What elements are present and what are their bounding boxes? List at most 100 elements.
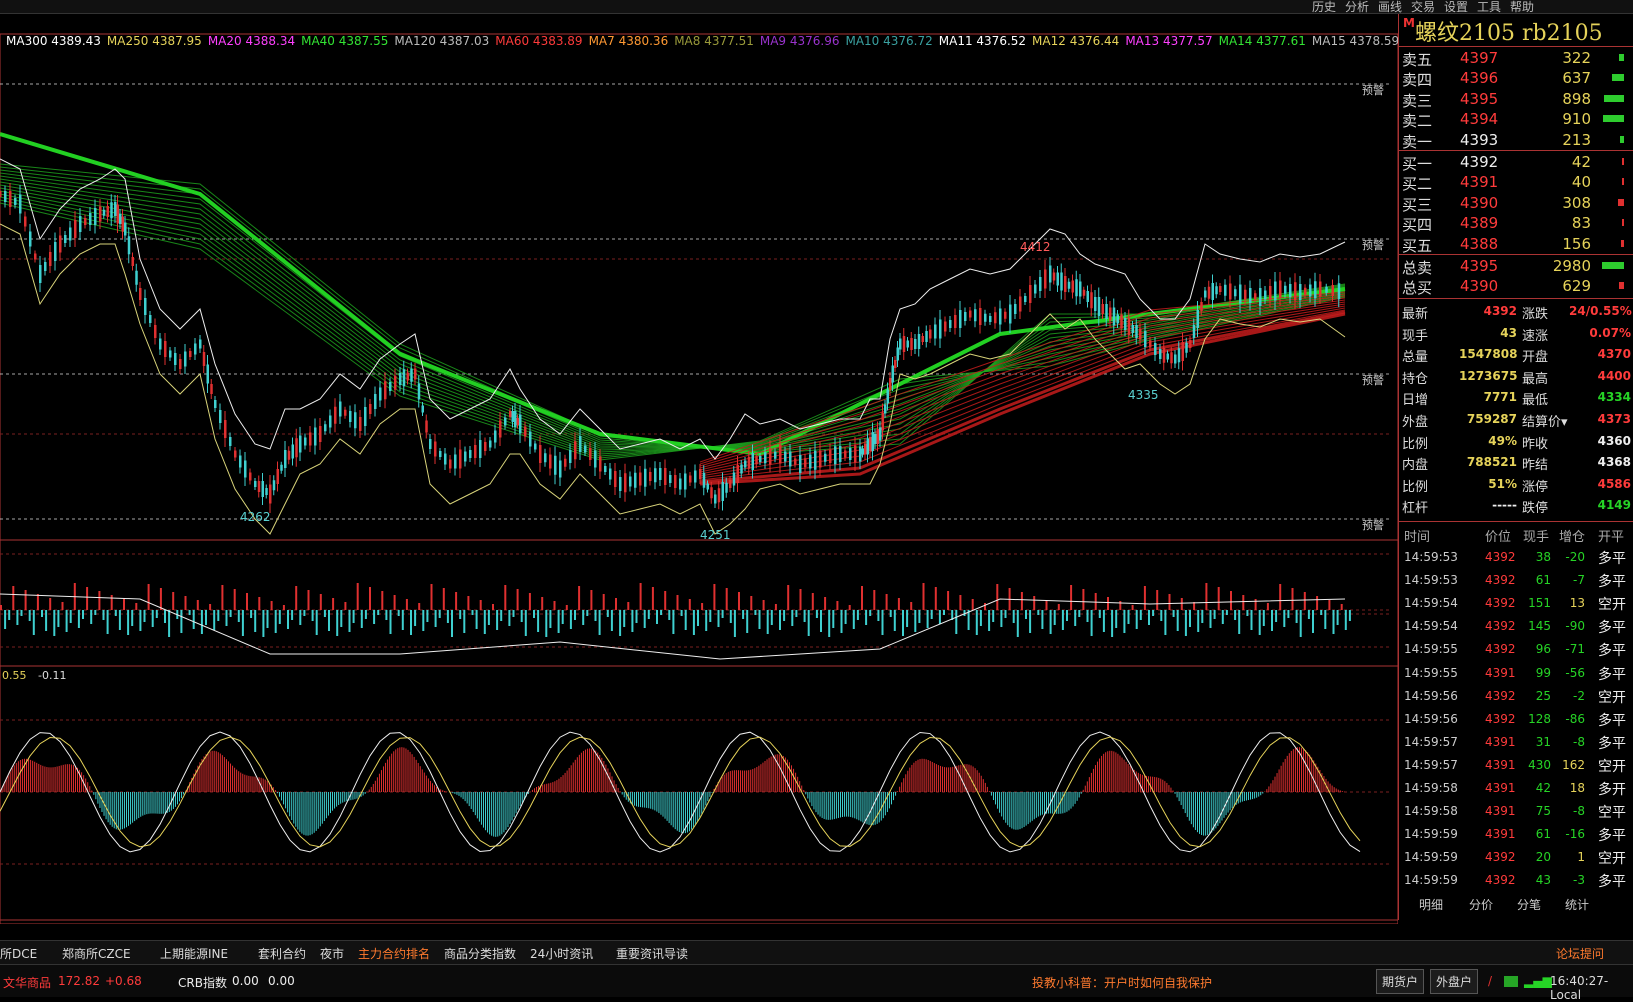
tab-ticks[interactable]: 分笔: [1517, 896, 1541, 913]
candle-body: [1019, 296, 1022, 312]
market-tab[interactable]: 夜市: [320, 945, 344, 962]
candle-body: [1196, 310, 1199, 328]
market-tab[interactable]: 套利合约: [258, 945, 306, 962]
order-book-row[interactable]: 卖三 4395 898: [1399, 89, 1633, 110]
candle-body: [886, 389, 889, 404]
candle-body: [689, 475, 692, 483]
volume-bar: [774, 604, 777, 610]
candle-body: [379, 387, 382, 401]
tick-row: 14:59:58 4391 75 -8 空平: [1399, 800, 1633, 823]
menu-item[interactable]: 历史: [1312, 0, 1336, 15]
candle-body: [599, 456, 602, 472]
candle-body: [464, 451, 467, 462]
tick-type: 空开: [1598, 851, 1626, 868]
volume-bar: [528, 593, 531, 610]
volume-bar: [53, 610, 56, 636]
futures-account-button[interactable]: 期货户: [1376, 969, 1425, 994]
order-book-row[interactable]: 卖二 4394 910: [1399, 109, 1633, 130]
order-book-row[interactable]: 卖四 4396 637: [1399, 68, 1633, 89]
volume-bar: [319, 594, 322, 610]
menu-item[interactable]: 分析: [1345, 0, 1369, 15]
candle-body: [410, 368, 413, 382]
volume-bar: [340, 610, 343, 627]
screen-icon[interactable]: [1504, 976, 1518, 987]
order-book-row[interactable]: 总卖 4395 2980: [1399, 256, 1633, 277]
volume-bar: [1045, 600, 1048, 610]
order-book-row[interactable]: 买四 4389 83: [1399, 213, 1633, 234]
candle-body: [706, 483, 709, 490]
volume-bar: [258, 597, 261, 610]
candle-body: [1116, 314, 1119, 324]
level-label: 卖五: [1402, 51, 1433, 69]
candle-body: [269, 484, 272, 504]
volume-bar: [1049, 610, 1052, 634]
menu-item[interactable]: 工具: [1477, 0, 1501, 15]
volume-bar: [164, 610, 166, 623]
tick-oi: -20: [1565, 550, 1585, 564]
volume-bar: [1057, 604, 1060, 610]
volume-bar: [1148, 610, 1150, 625]
candle-body: [127, 236, 131, 255]
order-book-row[interactable]: 买二 4391 40: [1399, 172, 1633, 193]
order-book-row[interactable]: 买一 4392 42: [1399, 152, 1633, 173]
market-tab[interactable]: 所DCE: [0, 945, 37, 962]
volume-bar: [918, 610, 921, 623]
level-volume-bar: [1620, 135, 1624, 143]
market-tab[interactable]: 郑商所CZCE: [62, 945, 131, 962]
menu-item[interactable]: 设置: [1444, 0, 1468, 15]
candle-body: [844, 450, 847, 458]
stat-label[interactable]: 结算价▾: [1522, 411, 1568, 430]
candle-body: [759, 456, 762, 462]
order-book-row[interactable]: 买三 4390 308: [1399, 193, 1633, 214]
candle-body: [1064, 276, 1067, 292]
candle-body: [729, 480, 732, 488]
candle-body: [164, 341, 167, 357]
level-label: 卖四: [1402, 71, 1433, 90]
ma-legend-item: MA7 4380.36: [588, 34, 669, 48]
tab-statistics[interactable]: 统计: [1565, 896, 1589, 913]
tick-row: 14:59:54 4392 151 13 空开: [1399, 592, 1633, 615]
menu-item[interactable]: 交易: [1411, 0, 1435, 15]
volume-bar: [664, 591, 667, 610]
candle-body: [1090, 292, 1093, 309]
candle-body: [79, 216, 82, 232]
market-tab[interactable]: 重要资讯导读: [616, 945, 688, 962]
tick-oi: -71: [1565, 642, 1585, 657]
kline-chart[interactable]: 预警预警预警预警44124262425143352021/01/112021/0…: [0, 14, 1398, 924]
volume-bar: [1061, 610, 1064, 630]
volume-bar: [426, 610, 429, 622]
contract-name[interactable]: 螺纹2105 rb2105: [1415, 15, 1603, 47]
tick-price: 4392: [1485, 711, 1516, 726]
tab-price-dist[interactable]: 分价: [1469, 896, 1493, 913]
menu-item[interactable]: 帮助: [1510, 0, 1534, 15]
tick-header-time: 时间: [1404, 530, 1431, 545]
market-tab[interactable]: 主力合约排名: [358, 945, 431, 966]
foreign-account-button[interactable]: 外盘户: [1430, 969, 1479, 994]
volume-bar: [1119, 601, 1122, 610]
volume-bar: [1082, 589, 1085, 610]
volume-bar: [1271, 610, 1273, 631]
candle-body: [1052, 272, 1056, 281]
order-book-row[interactable]: 买五 4388 156: [1399, 234, 1633, 255]
candle-body: [1086, 291, 1089, 302]
candle-body: [369, 404, 372, 414]
ma-legend-item: MA250 4387.95: [106, 34, 202, 48]
market-tab[interactable]: 商品分类指数: [444, 945, 516, 962]
order-book-row[interactable]: 卖一 4393 213: [1399, 130, 1633, 151]
volume-bar: [721, 610, 724, 618]
stat-row: 现手 43 速涨 0.07%: [1399, 323, 1633, 344]
candle-body: [849, 448, 852, 460]
tip-ticker[interactable]: 投教小科普：开户时如何自我保护: [1032, 974, 1212, 991]
volume-bar: [975, 610, 978, 635]
forum-link[interactable]: 论坛提问: [1556, 945, 1604, 962]
candle-body: [1325, 286, 1328, 293]
volume-bar: [1012, 610, 1015, 623]
market-tab[interactable]: 24小时资讯: [530, 945, 593, 962]
market-tab[interactable]: 上期能源INE: [160, 945, 228, 962]
menu-item[interactable]: 画线: [1378, 0, 1402, 15]
order-book-row[interactable]: 总买 4390 629: [1399, 276, 1633, 297]
order-book-row[interactable]: 卖五 4397 322: [1399, 48, 1633, 69]
volume-bar: [28, 610, 31, 621]
volume-bar: [1209, 610, 1212, 628]
tab-detail[interactable]: 明细: [1419, 896, 1443, 913]
